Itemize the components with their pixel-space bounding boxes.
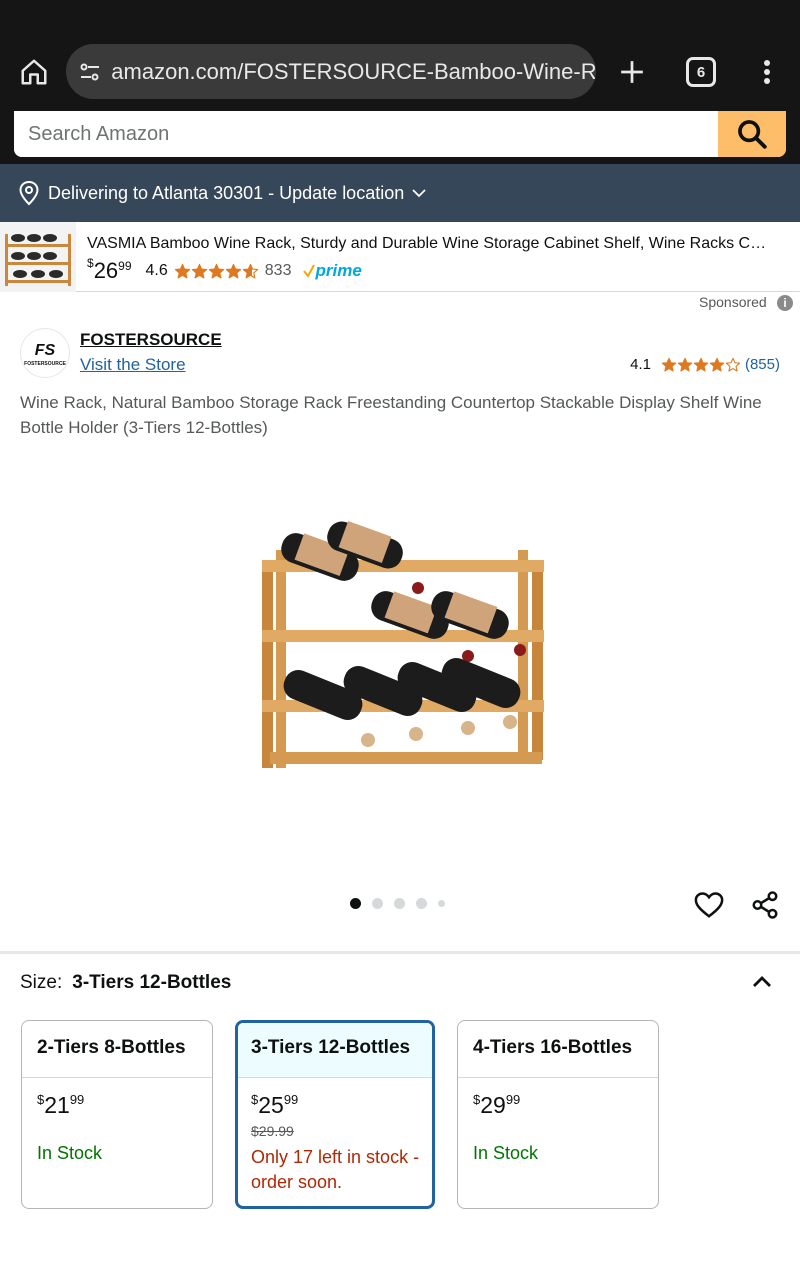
star-icon bbox=[725, 357, 741, 372]
price-whole: 21 bbox=[44, 1092, 70, 1118]
more-menu-icon[interactable] bbox=[752, 52, 782, 92]
search-icon bbox=[738, 120, 767, 149]
star-icon bbox=[191, 263, 207, 278]
image-carousel-dots[interactable] bbox=[350, 898, 456, 909]
search-input[interactable] bbox=[14, 111, 718, 157]
star-rating bbox=[661, 357, 741, 373]
rating-value: 4.1 bbox=[630, 356, 651, 373]
price-whole: 26 bbox=[93, 258, 119, 283]
new-tab-icon[interactable] bbox=[612, 52, 652, 92]
sponsored-product-thumbnail[interactable] bbox=[0, 222, 76, 292]
price-fraction: 99 bbox=[69, 1092, 85, 1107]
size-option-4-tiers[interactable]: 4-Tiers 16-Bottles $2999 In Stock bbox=[457, 1020, 659, 1209]
size-option-price: $2599 bbox=[251, 1092, 432, 1119]
info-icon[interactable]: i bbox=[777, 295, 793, 311]
carousel-dot[interactable] bbox=[394, 898, 405, 909]
prime-label: prime bbox=[315, 261, 362, 280]
home-icon[interactable] bbox=[14, 52, 54, 92]
price-currency: $ bbox=[473, 1092, 481, 1107]
prime-check-icon bbox=[303, 264, 316, 278]
price-currency: $ bbox=[251, 1092, 259, 1107]
brand-logo-subtext: FOSTERSOURCE bbox=[24, 361, 66, 367]
heart-icon[interactable] bbox=[692, 888, 726, 922]
delivery-location-bar[interactable]: Delivering to Atlanta 30301 - Update loc… bbox=[0, 164, 800, 222]
tab-count: 6 bbox=[696, 63, 706, 81]
sponsored-review-count: 833 bbox=[264, 262, 292, 279]
size-label-text: Size: bbox=[20, 972, 63, 993]
size-option-3-tiers[interactable]: 3-Tiers 12-Bottles $2599 $29.99 Only 17 … bbox=[235, 1020, 435, 1209]
star-icon bbox=[677, 357, 693, 372]
product-image[interactable] bbox=[240, 520, 560, 780]
star-icon bbox=[693, 357, 709, 372]
site-settings-icon[interactable] bbox=[76, 58, 103, 86]
product-rating[interactable]: 4.1 (855) bbox=[630, 356, 780, 373]
size-option-price: $2999 bbox=[473, 1092, 658, 1119]
location-pin-icon bbox=[19, 180, 39, 206]
price-whole: 25 bbox=[258, 1092, 284, 1118]
star-icon bbox=[208, 263, 224, 278]
star-icon bbox=[225, 263, 241, 278]
size-option-list-price: $29.99 bbox=[251, 1123, 294, 1139]
size-label: Size: 3-Tiers 12-Bottles bbox=[20, 972, 231, 994]
size-option-name: 2-Tiers 8-Bottles bbox=[22, 1021, 212, 1078]
star-icon bbox=[709, 357, 725, 372]
price-currency: $ bbox=[87, 256, 94, 270]
sponsored-label: Sponsored bbox=[699, 294, 767, 310]
sponsored-product-price: $2699 bbox=[87, 256, 132, 284]
sponsored-product-title[interactable]: VASMIA Bamboo Wine Rack, Sturdy and Dura… bbox=[87, 235, 787, 253]
address-bar[interactable]: amazon.com/FOSTERSOURCE-Bamboo-Wine-Ra bbox=[66, 44, 596, 99]
brand-logo[interactable]: FS FOSTERSOURCE bbox=[20, 328, 70, 378]
price-fraction: 99 bbox=[118, 259, 132, 273]
visit-store-link[interactable]: Visit the Store bbox=[80, 355, 186, 375]
carousel-dot[interactable] bbox=[372, 898, 383, 909]
brand-name-link[interactable]: FOSTERSOURCE bbox=[80, 330, 222, 350]
section-divider bbox=[0, 951, 800, 954]
url-text[interactable]: amazon.com/FOSTERSOURCE-Bamboo-Wine-Ra bbox=[111, 59, 596, 85]
prime-logo: prime bbox=[303, 261, 362, 281]
chevron-down-icon bbox=[412, 189, 426, 198]
size-option-stock: Only 17 left in stock - order soon. bbox=[251, 1147, 420, 1192]
rating-count-link[interactable]: (855) bbox=[745, 356, 780, 373]
browser-toolbar: amazon.com/FOSTERSOURCE-Bamboo-Wine-Ra 6 bbox=[0, 0, 800, 111]
search-bar bbox=[14, 111, 786, 157]
star-icon bbox=[242, 263, 258, 278]
size-option-price: $2199 bbox=[37, 1092, 212, 1119]
size-option-name: 3-Tiers 12-Bottles bbox=[238, 1023, 432, 1078]
brand-logo-mark: FS bbox=[35, 342, 56, 359]
share-icon[interactable] bbox=[748, 888, 782, 922]
chevron-up-icon[interactable] bbox=[748, 968, 776, 996]
carousel-dot[interactable] bbox=[438, 900, 445, 907]
sponsored-product-banner[interactable]: VASMIA Bamboo Wine Rack, Sturdy and Dura… bbox=[0, 222, 800, 292]
size-option-stock: In Stock bbox=[37, 1143, 103, 1163]
star-rating bbox=[174, 263, 259, 280]
price-currency: $ bbox=[37, 1092, 45, 1107]
star-icon bbox=[174, 263, 190, 278]
carousel-dot[interactable] bbox=[350, 898, 361, 909]
price-fraction: 99 bbox=[283, 1092, 299, 1107]
search-button[interactable] bbox=[718, 111, 786, 157]
size-option-2-tiers[interactable]: 2-Tiers 8-Bottles $2199 In Stock bbox=[21, 1020, 213, 1209]
price-fraction: 99 bbox=[505, 1092, 521, 1107]
tab-switcher-button[interactable]: 6 bbox=[686, 57, 716, 87]
delivery-location-text[interactable]: Delivering to Atlanta 30301 - Update loc… bbox=[48, 183, 404, 204]
carousel-dot[interactable] bbox=[416, 898, 427, 909]
size-selected-value: 3-Tiers 12-Bottles bbox=[72, 972, 232, 993]
product-title: Wine Rack, Natural Bamboo Storage Rack F… bbox=[20, 393, 762, 437]
price-whole: 29 bbox=[480, 1092, 506, 1118]
sponsored-product-meta: $2699 4.6 833 prime bbox=[87, 256, 362, 284]
size-option-name: 4-Tiers 16-Bottles bbox=[458, 1021, 658, 1078]
sponsored-product-rating: 4.6 bbox=[145, 262, 168, 279]
star-icon bbox=[661, 357, 677, 372]
size-option-stock: In Stock bbox=[473, 1143, 539, 1163]
